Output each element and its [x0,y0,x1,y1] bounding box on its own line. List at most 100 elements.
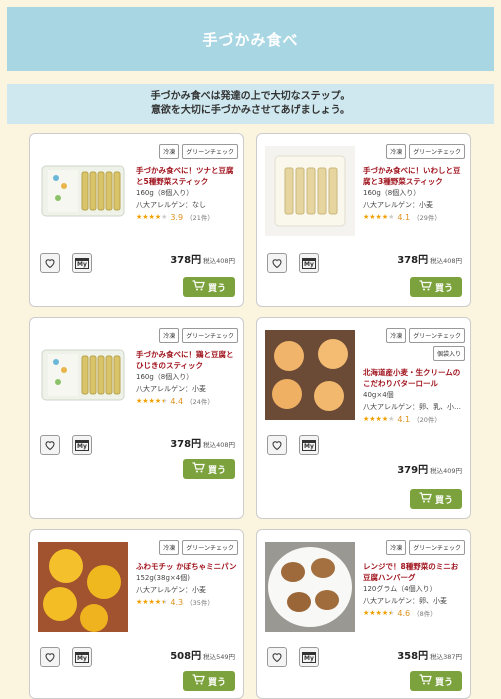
product-image[interactable] [38,542,128,632]
product-card[interactable]: 冷凍 グリーンチェック個袋入り 北海道産小麦・生クリームのこだわりバターロール 4… [256,317,471,519]
tax-included-price: 税込408円 [203,441,235,449]
star-rating: ★★★★★ [363,213,395,221]
product-name[interactable]: 手づかみ食べに！鶏と豆腐とひじきのスティック [136,349,238,371]
price: 358円 [397,651,429,662]
tag-badge: 冷凍 [386,328,407,343]
rating-score: 4.3 [170,597,184,607]
my-basket-icon: My [302,439,316,451]
buy-button[interactable]: 買う [183,671,235,691]
intro-line-1: 手づかみ食べは発達の上で大切なステップ。 [150,91,351,102]
tag-badge: グリーンチェック [409,328,465,343]
favorite-button[interactable] [40,435,60,455]
product-allergen: 八大アレルゲン：卵、乳、小… [363,403,461,411]
price: 378円 [397,255,429,266]
tax-included-price: 税込408円 [203,257,235,265]
price-row: 508円 税込549円 [170,647,235,662]
rating-row: ★★★★★ 4.4 （24件） [136,396,238,407]
product-card[interactable]: 冷凍 グリーンチェック 手づかみ食べに！ツナと豆腐と5種野菜スティック 160g（… [29,133,244,307]
product-card[interactable]: 冷凍 グリーンチェック 手づかみ食べに！鶏と豆腐とひじきのスティック 160g（8… [29,317,244,519]
review-count[interactable]: （21件） [186,212,214,222]
review-count[interactable]: （20件） [413,414,441,424]
favorite-button[interactable] [40,253,60,273]
product-name[interactable]: ふわモチッ かぼちゃミニパン [136,561,238,572]
page-header: 手づかみ食べ [7,7,494,71]
buy-button[interactable]: 買う [183,459,235,479]
price: 378円 [170,439,202,450]
rating-score: 4.1 [397,212,411,222]
rating-row: ★★★★★ 4.3 （35件） [136,597,238,608]
tag-badge: 冷凍 [159,328,180,343]
my-basket-icon: My [302,257,316,269]
price-row: 378円 税込408円 [170,251,235,266]
my-basket-icon: My [302,651,316,663]
cart-icon [192,280,205,294]
my-list-button[interactable]: My [72,435,92,455]
tag-list: 冷凍 グリーンチェック [136,540,238,555]
favorite-button[interactable] [267,647,287,667]
product-name[interactable]: レンジで！8種野菜のミニお豆腐ハンバーグ [363,561,465,583]
tag-list: 冷凍 グリーンチェック個袋入り [363,328,465,361]
product-weight: 160g（8個入り） [363,189,421,197]
product-image[interactable] [265,542,355,632]
my-list-button[interactable]: My [72,647,92,667]
tag-list: 冷凍 グリーンチェック [363,144,465,159]
heart-icon [271,648,283,667]
product-info: 冷凍 グリーンチェック 手づかみ食べに！鶏と豆腐とひじきのスティック 160g（8… [136,328,238,406]
buy-button[interactable]: 買う [183,277,235,297]
my-basket-icon: My [75,439,89,451]
price-row: 358円 税込387円 [397,647,462,662]
star-rating: ★★★★★ [363,415,395,423]
product-card[interactable]: 冷凍 グリーンチェック レンジで！8種野菜のミニお豆腐ハンバーグ 120グラム（4… [256,529,471,699]
tag-badge: 個袋入り [432,346,465,361]
buy-button[interactable]: 買う [410,277,462,297]
price: 508円 [170,651,202,662]
product-weight: 160g（8個入り） [136,189,194,197]
product-image[interactable] [265,330,355,420]
tag-list: 冷凍 グリーンチェック [136,328,238,343]
review-count[interactable]: （24件） [186,396,214,406]
product-info: 冷凍 グリーンチェック 手づかみ食べに！いわしと豆腐と3種野菜スティック 160g… [363,144,465,222]
rating-score: 4.6 [397,608,411,618]
review-count[interactable]: （35件） [186,597,214,607]
product-image[interactable] [38,330,128,420]
product-info: 冷凍 グリーンチェック 手づかみ食べに！ツナと豆腐と5種野菜スティック 160g（… [136,144,238,222]
tax-included-price: 税込408円 [430,257,462,265]
tag-badge: グリーンチェック [409,144,465,159]
product-name[interactable]: 手づかみ食べに！ツナと豆腐と5種野菜スティック [136,165,238,187]
product-name[interactable]: 北海道産小麦・生クリームのこだわりバターロール [363,367,465,389]
rating-row: ★★★★★ 4.6 （8件） [363,608,465,619]
product-name[interactable]: 手づかみ食べに！いわしと豆腐と3種野菜スティック [363,165,465,187]
my-list-button[interactable]: My [299,253,319,273]
product-allergen: 八大アレルゲン：卵、小麦 [363,597,447,605]
tag-badge: グリーンチェック [409,540,465,555]
buy-button[interactable]: 買う [410,489,462,509]
star-rating: ★★★★★ [136,213,168,221]
tag-list: 冷凍 グリーンチェック [136,144,238,159]
product-weight: 40g×4個 [363,391,394,399]
product-card[interactable]: 冷凍 グリーンチェック ふわモチッ かぼちゃミニパン 152g(38g×4個) 八… [29,529,244,699]
product-allergen: 八大アレルゲン：小麦 [136,586,206,594]
tax-included-price: 税込409円 [430,467,462,475]
product-image[interactable] [38,146,128,236]
rating-score: 3.9 [170,212,184,222]
favorite-button[interactable] [267,253,287,273]
tag-badge: グリーンチェック [182,328,238,343]
product-image[interactable] [265,146,355,236]
product-weight: 152g(38g×4個) [136,574,190,582]
product-allergen: 八大アレルゲン：小麦 [363,201,433,209]
heart-icon [271,436,283,455]
buy-button[interactable]: 買う [410,671,462,691]
favorite-button[interactable] [267,435,287,455]
my-list-button[interactable]: My [299,435,319,455]
favorite-button[interactable] [40,647,60,667]
product-card[interactable]: 冷凍 グリーンチェック 手づかみ食べに！いわしと豆腐と3種野菜スティック 160g… [256,133,471,307]
review-count[interactable]: （8件） [413,608,437,618]
product-info: 冷凍 グリーンチェック レンジで！8種野菜のミニお豆腐ハンバーグ 120グラム（4… [363,540,465,618]
tag-badge: 冷凍 [386,540,407,555]
price-row: 378円 税込408円 [397,251,462,266]
review-count[interactable]: （29件） [413,212,441,222]
my-list-button[interactable]: My [299,647,319,667]
buy-label: 買う [207,465,226,476]
my-list-button[interactable]: My [72,253,92,273]
heart-icon [44,436,56,455]
